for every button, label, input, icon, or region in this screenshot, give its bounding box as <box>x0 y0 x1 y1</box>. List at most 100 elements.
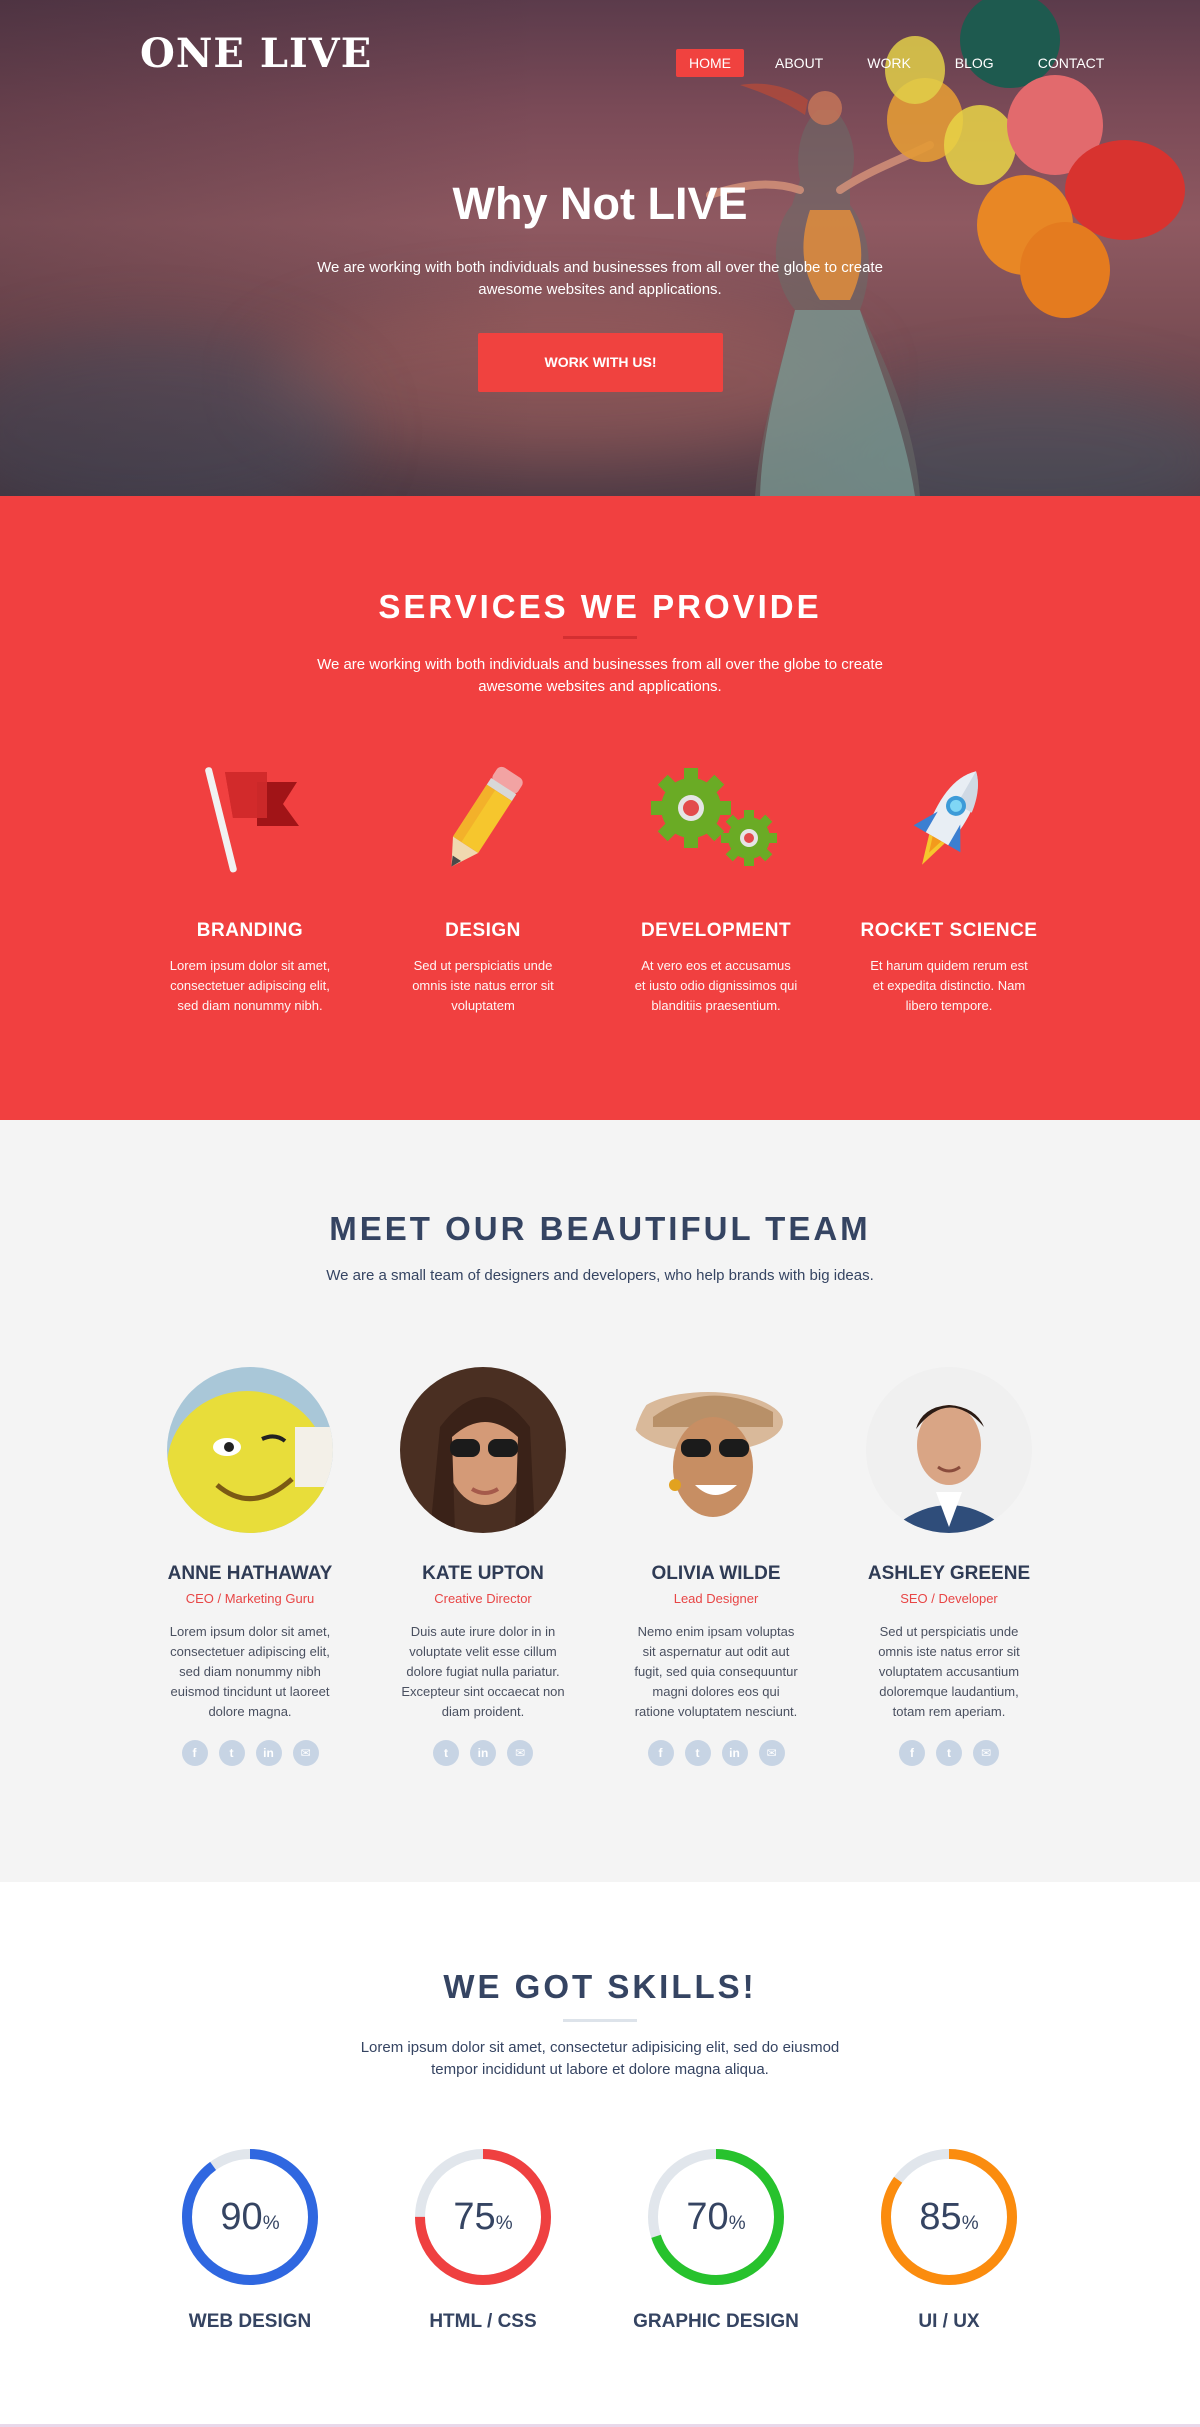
member-name: ASHLEY GREENE <box>867 1563 1031 1584</box>
nav-work[interactable]: WORK <box>854 49 924 77</box>
skill-unit: % <box>961 2213 979 2234</box>
site-logo[interactable]: ONE LIVE <box>140 30 372 77</box>
nav-contact[interactable]: CONTACT <box>1025 49 1118 77</box>
services-title-divider <box>563 636 637 639</box>
member-bio: Duis aute irure dolor in in voluptate ve… <box>401 1624 565 1719</box>
work-with-us-button[interactable]: WORK WITH US! <box>478 333 723 392</box>
facebook-icon[interactable]: f <box>181 1740 208 1766</box>
hero-subtitle: We are working with both individuals and… <box>317 259 883 298</box>
nav-blog[interactable]: BLOG <box>942 49 1007 77</box>
gears-icon <box>651 768 777 866</box>
linkedin-icon[interactable]: in <box>255 1740 282 1766</box>
skill-unit: % <box>728 2213 746 2234</box>
service-title: BRANDING <box>196 920 304 941</box>
mail-icon[interactable]: ✉ <box>758 1740 785 1766</box>
team-member-anne-hathaway: ANNE HATHAWAY CEO / Marketing Guru Lorem… <box>145 1367 355 1766</box>
skill-unit: % <box>262 2213 280 2234</box>
hero-title-light: Why Not <box>452 178 648 229</box>
team-title: MEET OUR BEAUTIFUL TEAM <box>329 1210 871 1247</box>
member-role: Creative Director <box>434 1591 532 1606</box>
member-bio: Nemo enim ipsam voluptas sit aspernatur … <box>634 1624 798 1719</box>
service-design: DESIGN Sed ut perspiciatis unde omnis is… <box>383 758 583 1016</box>
member-socials: f t in ✉ <box>145 1740 355 1766</box>
twitter-icon[interactable]: t <box>218 1740 245 1766</box>
skill-label: UI / UX <box>918 2311 980 2332</box>
member-socials: f t ✉ <box>844 1740 1054 1766</box>
member-socials: f t in ✉ <box>611 1740 821 1766</box>
hero-title: Why Not LIVE <box>0 178 1200 230</box>
service-text: At vero eos et accusamus et iusto odio d… <box>634 958 798 1013</box>
skill-percentage: 85% <box>879 2147 1019 2287</box>
team-section: MEET OUR BEAUTIFUL TEAM We are a small t… <box>0 1120 1200 1882</box>
hero-section: ONE LIVE HOME ABOUT WORK BLOG CONTACT Wh… <box>0 0 1200 496</box>
avatar <box>866 1367 1032 1533</box>
twitter-icon[interactable]: t <box>433 1740 459 1766</box>
member-socials: t in ✉ <box>378 1740 588 1766</box>
skill-value: 75 <box>453 2196 496 2238</box>
skill-percentage: 70% <box>646 2147 786 2287</box>
pencil-icon <box>451 766 523 867</box>
skill-html-css: 75% HTML / CSS <box>378 2147 588 2333</box>
member-name: KATE UPTON <box>422 1563 544 1584</box>
twitter-icon[interactable]: t <box>684 1740 711 1766</box>
skills-title: WE GOT SKILLS! <box>443 1968 757 2005</box>
service-title: DESIGN <box>445 920 521 941</box>
member-bio: Sed ut perspiciatis unde omnis iste natu… <box>878 1624 1020 1719</box>
services-subtitle: We are working with both individuals and… <box>317 656 883 695</box>
services-section: SERVICES WE PROVIDE We are working with … <box>0 496 1200 1120</box>
mail-icon[interactable]: ✉ <box>292 1740 319 1766</box>
team-member-olivia-wilde: OLIVIA WILDE Lead Designer Nemo enim ips… <box>611 1367 821 1766</box>
team-member-ashley-greene: ASHLEY GREENE SEO / Developer Sed ut per… <box>844 1367 1054 1766</box>
service-title: ROCKET SCIENCE <box>860 920 1038 941</box>
avatar <box>167 1367 333 1533</box>
skills-subtitle: Lorem ipsum dolor sit amet, consectetur … <box>360 2039 840 2078</box>
mail-icon[interactable]: ✉ <box>507 1740 533 1766</box>
member-name: ANNE HATHAWAY <box>167 1563 333 1584</box>
mail-icon[interactable]: ✉ <box>973 1740 999 1766</box>
facebook-icon[interactable]: f <box>899 1740 925 1766</box>
member-role: SEO / Developer <box>900 1591 998 1606</box>
services-title: SERVICES WE PROVIDE <box>378 588 822 625</box>
twitter-icon[interactable]: t <box>936 1740 962 1766</box>
skill-progress-ring: 75% <box>413 2147 553 2287</box>
skill-label: WEB DESIGN <box>188 2311 312 2332</box>
skill-graphic-design: 70% GRAPHIC DESIGN <box>611 2147 821 2333</box>
skills-title-divider <box>563 2019 637 2022</box>
service-text: Sed ut perspiciatis unde omnis iste natu… <box>412 958 554 1013</box>
facebook-icon[interactable]: f <box>647 1740 674 1766</box>
service-title: DEVELOPMENT <box>640 920 792 941</box>
skill-progress-ring: 90% <box>180 2147 320 2287</box>
skill-percentage: 75% <box>413 2147 553 2287</box>
member-role: CEO / Marketing Guru <box>185 1591 315 1606</box>
service-branding: BRANDING Lorem ipsum dolor sit amet, con… <box>150 758 350 1016</box>
service-text: Et harum quidem rerum est et expedita di… <box>870 958 1028 1013</box>
skill-progress-ring: 70% <box>646 2147 786 2287</box>
service-development: DEVELOPMENT At vero eos et accusamus et … <box>616 758 816 1016</box>
avatar <box>400 1367 566 1533</box>
service-rocket-science: ROCKET SCIENCE Et harum quidem rerum est… <box>849 758 1049 1016</box>
skill-progress-ring: 85% <box>879 2147 1019 2287</box>
hero-title-bold: LIVE <box>647 178 748 229</box>
skill-web-design: 90% WEB DESIGN <box>145 2147 355 2333</box>
avatar <box>633 1367 799 1533</box>
skill-label: GRAPHIC DESIGN <box>633 2311 799 2332</box>
skill-value: 85 <box>919 2196 962 2238</box>
skill-label: HTML / CSS <box>429 2311 537 2332</box>
team-member-kate-upton: KATE UPTON Creative Director Duis aute i… <box>378 1367 588 1766</box>
flag-icon <box>205 767 299 873</box>
skill-percentage: 90% <box>180 2147 320 2287</box>
nav-about[interactable]: ABOUT <box>762 49 836 77</box>
linkedin-icon[interactable]: in <box>470 1740 496 1766</box>
member-bio: Lorem ipsum dolor sit amet, consectetuer… <box>169 1624 331 1719</box>
skill-value: 90 <box>220 2196 263 2238</box>
skills-section: WE GOT SKILLS! Lorem ipsum dolor sit ame… <box>0 1882 1200 2427</box>
skill-value: 70 <box>686 2196 729 2238</box>
team-subtitle: We are a small team of designers and dev… <box>326 1267 874 1284</box>
skill-unit: % <box>495 2213 513 2234</box>
nav-home[interactable]: HOME <box>676 49 744 77</box>
rocket-icon <box>913 771 978 865</box>
member-role: Lead Designer <box>673 1591 759 1606</box>
main-nav: HOME ABOUT WORK BLOG CONTACT <box>676 49 1135 77</box>
linkedin-icon[interactable]: in <box>721 1740 748 1766</box>
service-text: Lorem ipsum dolor sit amet, consectetuer… <box>169 958 331 1013</box>
